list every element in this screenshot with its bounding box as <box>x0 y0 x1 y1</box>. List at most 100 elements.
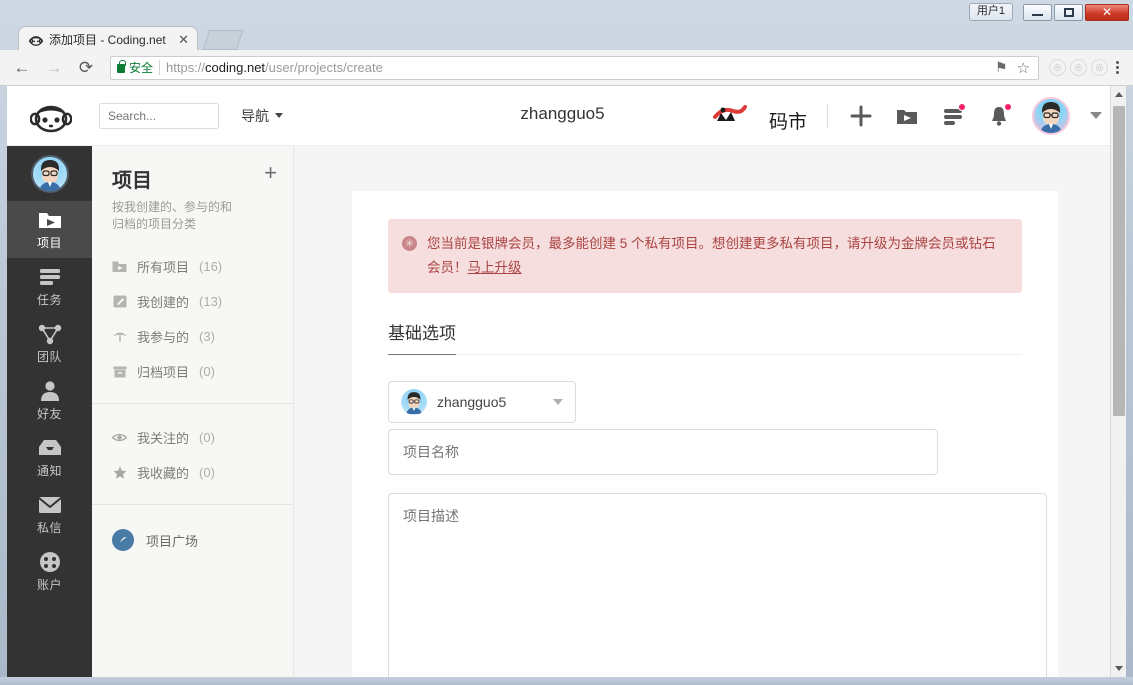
list-icon <box>38 266 62 288</box>
panel-item-label: 我创建的 <box>137 292 189 311</box>
back-icon: ← <box>14 58 31 78</box>
forward-button[interactable]: → <box>40 54 68 82</box>
window-bottom-strip <box>0 677 1133 685</box>
security-indicator: 安全 <box>117 59 153 76</box>
forward-icon: → <box>46 58 63 78</box>
sidebar-item-label: 项目 <box>37 234 62 251</box>
panel-item-archived[interactable]: 归档项目 (0) <box>92 354 293 389</box>
extension-icon-1[interactable]: ◎ <box>1049 59 1066 76</box>
main-content: ✳ 您当前是银牌会员，最多能创建 5 个私有项目。想创建更多私有项目，请升级为金… <box>294 146 1118 677</box>
panel-item-plaza[interactable]: 项目广场 <box>92 521 293 559</box>
save-page-icon[interactable]: ⚑ <box>995 59 1008 76</box>
owner-name: zhangguo5 <box>437 394 506 410</box>
panel-item-starred[interactable]: 我收藏的 (0) <box>92 455 293 490</box>
sidebar-item-messages[interactable]: 私信 <box>7 486 92 543</box>
panel-item-participated[interactable]: 我参与的 (3) <box>92 319 293 354</box>
sidebar-item-friends[interactable]: 好友 <box>7 372 92 429</box>
panel-item-count: (0) <box>199 364 215 379</box>
scroll-down-button[interactable] <box>1111 660 1127 677</box>
url-path: /user/projects/create <box>265 60 383 75</box>
panel-item-label: 项目广场 <box>146 531 198 550</box>
bookmark-star-icon[interactable]: ☆ <box>1017 59 1030 77</box>
sidebar-item-label: 任务 <box>37 291 62 308</box>
star-icon <box>112 466 127 479</box>
minimize-icon <box>1032 14 1043 16</box>
owner-avatar <box>401 389 427 415</box>
tab-close-icon[interactable]: ✕ <box>176 32 191 48</box>
folder-arrow-icon <box>38 209 62 231</box>
panel-item-count: (0) <box>199 430 215 445</box>
page-scrollbar[interactable] <box>1110 86 1126 677</box>
error-circle-icon: ✳ <box>402 236 417 251</box>
sidebar-item-notifications[interactable]: 通知 <box>7 429 92 486</box>
header-actions: 码市 <box>711 97 1118 135</box>
page-body: 项目 任务 <box>7 146 1118 677</box>
owner-select[interactable]: zhangguo5 <box>388 381 576 423</box>
project-description-textarea[interactable] <box>388 493 1047 677</box>
browser-menu-button[interactable] <box>1112 61 1125 74</box>
omnibox-actions: ⚑ ☆ <box>995 59 1032 77</box>
panel-item-label: 我参与的 <box>137 327 189 346</box>
coding-monkey-logo[interactable] <box>29 96 73 136</box>
rail-avatar-cell[interactable] <box>7 146 92 201</box>
secure-label: 安全 <box>129 59 153 76</box>
project-panel: 项目 按我创建的、参与的和归档的项目分类 + 所有项目 (16) <box>92 146 294 677</box>
reload-button[interactable]: ⟳ <box>72 54 100 82</box>
codemart-logo[interactable]: 码市 <box>711 99 807 133</box>
new-tab-button[interactable] <box>203 30 243 50</box>
panel-item-created-by-me[interactable]: 我创建的 (13) <box>92 284 293 319</box>
avatar[interactable] <box>1032 97 1070 135</box>
browser-tab[interactable]: 添加项目 - Coding.net ✕ <box>18 26 198 52</box>
projects-icon[interactable] <box>894 103 920 129</box>
sidebar-item-team[interactable]: 团队 <box>7 315 92 372</box>
panel-item-watching[interactable]: 我关注的 (0) <box>92 420 293 455</box>
create-project-card: ✳ 您当前是银牌会员，最多能创建 5 个私有项目。想创建更多私有项目，请升级为金… <box>352 191 1058 677</box>
panel-item-count: (3) <box>199 329 215 344</box>
maximize-icon <box>1064 8 1074 17</box>
maximize-button[interactable] <box>1054 4 1083 21</box>
alert-body: 您当前是银牌会员，最多能创建 5 个私有项目。想创建更多私有项目，请升级为金牌会… <box>427 232 1006 280</box>
panel-item-count: (0) <box>199 465 215 480</box>
sidebar-item-projects[interactable]: 项目 <box>7 201 92 258</box>
compass-icon <box>112 529 134 551</box>
omnibox-divider <box>159 60 160 75</box>
rail-avatar <box>31 155 69 193</box>
sidebar-item-label: 好友 <box>37 405 62 422</box>
minimize-button[interactable] <box>1023 4 1052 21</box>
search-input[interactable] <box>99 103 219 129</box>
nav-dropdown-label: 导航 <box>241 106 269 126</box>
panel-item-all-projects[interactable]: 所有项目 (16) <box>92 249 293 284</box>
close-button[interactable]: ✕ <box>1085 4 1129 21</box>
panel-item-count: (16) <box>199 259 222 274</box>
section-divider <box>388 354 1022 355</box>
add-project-button[interactable]: + <box>264 163 277 183</box>
nav-dropdown[interactable]: 导航 <box>241 106 283 126</box>
account-icon <box>39 551 61 573</box>
membership-alert: ✳ 您当前是银牌会员，最多能创建 5 个私有项目。想创建更多私有项目，请升级为金… <box>388 219 1022 293</box>
project-name-input[interactable] <box>388 429 938 475</box>
panel-group-secondary: 我关注的 (0) 我收藏的 (0) <box>92 403 293 504</box>
section-title-wrap: 基础选项 <box>388 293 1022 355</box>
folder-arrow-icon <box>112 260 127 273</box>
sidebar-item-label: 通知 <box>37 462 62 479</box>
address-bar[interactable]: 安全 https://coding.net/user/projects/crea… <box>110 56 1039 80</box>
user-icon <box>39 380 61 402</box>
sidebar-item-account[interactable]: 账户 <box>7 543 92 600</box>
bell-icon[interactable] <box>986 103 1012 129</box>
extension-icon-3[interactable]: ◎ <box>1091 59 1108 76</box>
panel-item-label: 我收藏的 <box>137 463 189 482</box>
chevron-down-icon <box>553 399 563 405</box>
extension-icon-2[interactable]: ◎ <box>1070 59 1087 76</box>
window-titlebar: 用户1 ✕ <box>0 0 1133 24</box>
back-button[interactable]: ← <box>8 54 36 82</box>
panel-header: 项目 按我创建的、参与的和归档的项目分类 + <box>92 146 293 233</box>
url-host: coding.net <box>205 60 265 75</box>
user-menu-chevron-icon[interactable] <box>1090 112 1102 119</box>
tasks-icon[interactable] <box>940 103 966 129</box>
sidebar-item-tasks[interactable]: 任务 <box>7 258 92 315</box>
upgrade-link[interactable]: 马上升级 <box>468 260 522 275</box>
panel-item-label: 我关注的 <box>137 428 189 447</box>
scrollbar-thumb[interactable] <box>1113 106 1125 416</box>
add-icon[interactable] <box>848 103 874 129</box>
umbrella-icon <box>112 330 127 343</box>
